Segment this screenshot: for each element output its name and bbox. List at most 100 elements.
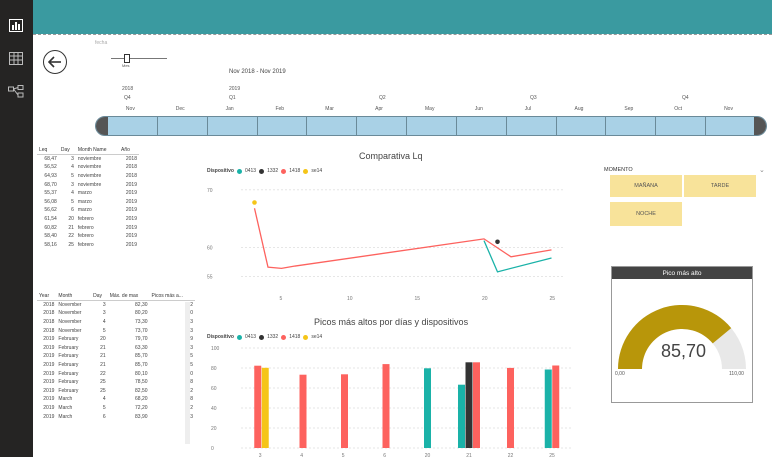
column-header[interactable]: Month: [56, 292, 92, 302]
legend-title: Dispositivo: [207, 334, 234, 340]
table-cell: 21: [100, 362, 106, 369]
table-cell: 56,62: [44, 207, 57, 214]
slicer-month-segment[interactable]: [108, 117, 158, 135]
slicer-month-segment[interactable]: [407, 117, 457, 135]
momento-option-tarde[interactable]: TARDE: [684, 175, 756, 197]
legend-label: se14: [311, 168, 323, 174]
table-row: 2018 November 5 73,70 73: [37, 326, 195, 335]
date-range-slider[interactable]: [95, 116, 767, 136]
slicer-month-label: Jun: [474, 106, 483, 112]
table-cell: February: [58, 379, 79, 386]
table-cell: 58,40: [44, 233, 57, 240]
slicer-month-segment[interactable]: [507, 117, 557, 135]
table-cell: 2019: [125, 198, 137, 205]
column-header[interactable]: Leq: [37, 146, 59, 156]
table-cell: 80,20: [135, 310, 148, 317]
x-tick-label: 22: [508, 453, 514, 457]
table-cell: 78,50: [135, 379, 148, 386]
slicer-month-segment[interactable]: [706, 117, 756, 135]
column-header[interactable]: Month Name: [75, 146, 119, 156]
column-header[interactable]: Day: [91, 292, 108, 302]
table-cell: 72,20: [135, 405, 148, 412]
leq-table: Leq Day Month Name Año 68,47 3 noviembre 2018 5…: [37, 146, 139, 249]
slicer-month-segment[interactable]: [606, 117, 657, 135]
table-row: 68,47 3 noviembre 2018: [37, 155, 139, 164]
report-canvas: fecha Mes Nov 2018 - Nov 2019 2018 2019 …: [33, 34, 772, 457]
column-header[interactable]: Picos más a...: [149, 292, 195, 302]
table-row: 56,52 4 noviembre 2018: [37, 163, 139, 172]
table-cell: 73,70: [135, 327, 148, 334]
slicer-month-segment[interactable]: [307, 117, 358, 135]
slicer-month-segment[interactable]: [357, 117, 408, 135]
slicer-month-label: Nov: [125, 106, 135, 112]
table-cell: 21: [100, 344, 106, 351]
table-cell: 85,70: [135, 362, 148, 369]
x-tick-label: 5: [342, 453, 345, 457]
granularity-selector[interactable]: Mes: [111, 52, 171, 68]
y-tick-label: 100: [211, 346, 220, 352]
model-icon[interactable]: [7, 84, 25, 98]
momento-option-manana[interactable]: MAÑANA: [610, 175, 682, 197]
table-row: 60,82 21 febrero 2019: [37, 223, 139, 232]
table-cell: 56,52: [44, 164, 57, 171]
table-row: 2018 November 4 73,30 73: [37, 318, 195, 327]
table-row: 2019 February 20 79,70 79: [37, 335, 195, 344]
peaks-table[interactable]: Year Month Day Máx. de max Picos más a... 20…: [37, 292, 195, 457]
slicer-quarter: Q4: [682, 95, 689, 101]
legend-label: 1418: [289, 168, 301, 174]
x-tick-label: 25: [550, 296, 556, 302]
column-header[interactable]: Day: [58, 146, 76, 156]
legend-label: 0413: [244, 334, 257, 340]
table-cell: 5: [102, 405, 106, 412]
table-cell: 4: [71, 190, 74, 197]
bar-chart-legend: Dispositivo 0413 1332 1418 se14: [207, 334, 322, 340]
slicer-month-segment[interactable]: [258, 117, 308, 135]
x-tick-label: 5: [280, 296, 283, 302]
column-header[interactable]: Año: [118, 146, 139, 156]
table-icon[interactable]: [7, 51, 25, 65]
slicer-month-segment[interactable]: [158, 117, 208, 135]
bar-20-0413: [424, 368, 431, 448]
slider-handle-end[interactable]: [754, 117, 766, 135]
momento-option-noche[interactable]: NOCHE: [610, 202, 682, 226]
table-cell: marzo: [77, 190, 92, 197]
slicer-range-label: Nov 2018 - Nov 2019: [229, 69, 286, 75]
table-cell: 2018: [43, 310, 55, 317]
table-cell: 4: [102, 396, 106, 403]
column-header[interactable]: Year: [37, 292, 57, 302]
bar-chart[interactable]: 0 20 40 60 80 100 3 4 5 6 20 21 22 25: [205, 344, 577, 457]
slicer-month-segment[interactable]: [457, 117, 507, 135]
series-line-1418: [253, 208, 552, 270]
table-cell: 2019: [43, 413, 55, 420]
table-cell: February: [58, 370, 79, 377]
table-row: 2018 November 3 82,30 82: [37, 301, 195, 310]
column-header[interactable]: Máx. de max: [107, 292, 150, 302]
x-tick-label: 21: [466, 453, 472, 457]
slicer-month-segment[interactable]: [208, 117, 258, 135]
table-cell: 20: [100, 336, 106, 343]
report-icon[interactable]: [7, 18, 25, 32]
table-scrollbar[interactable]: [185, 302, 190, 444]
canvas-border: [33, 34, 772, 36]
table-cell: 20: [68, 216, 74, 223]
line-chart[interactable]: 55 60 70 5 10 15 20 25: [205, 178, 577, 306]
slicer-month-segment[interactable]: [656, 117, 707, 135]
table-cell: 2019: [43, 362, 55, 369]
slicer-month-label: Sep: [624, 106, 634, 112]
table-cell: 2018: [125, 164, 137, 171]
bar-25-1418: [552, 365, 560, 448]
back-button[interactable]: [43, 50, 67, 74]
table-cell: 2019: [43, 336, 55, 343]
slider-handle-start[interactable]: [96, 117, 108, 135]
table-cell: febrero: [77, 241, 94, 248]
table-row: 2019 February 21 63,30 63: [37, 344, 195, 353]
data-point-se14: [252, 200, 257, 205]
slicer-month-segment[interactable]: [557, 117, 607, 135]
table-cell: 5: [71, 198, 74, 205]
table-cell: 2019: [125, 241, 137, 248]
y-tick-label: 60: [211, 386, 217, 392]
y-tick-label: 60: [207, 246, 213, 252]
legend-marker: [303, 168, 309, 174]
chevron-down-icon[interactable]: ⌄: [759, 166, 765, 174]
gauge-title: Pico más alto: [612, 267, 752, 279]
